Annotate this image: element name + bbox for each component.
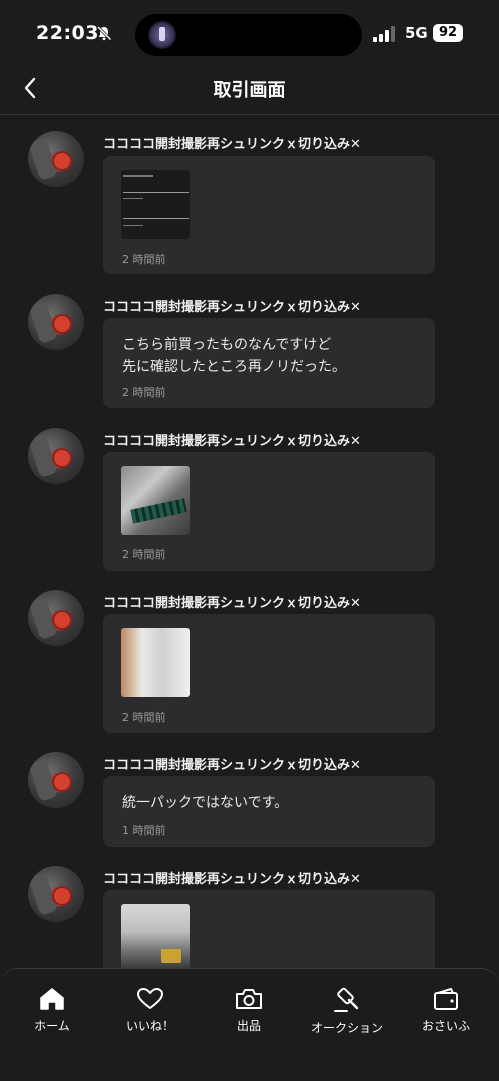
message-bubble: 統一パックではないです。 1 時間前: [103, 776, 435, 847]
message-item: ココココ開封撮影再シュリンクｘ切り込み✕ 2 時間前: [0, 428, 499, 578]
message-time: 2 時間前: [122, 253, 166, 266]
sender-name: ココココ開封撮影再シュリンクｘ切り込み✕: [103, 872, 361, 887]
image-thumbnail[interactable]: [121, 904, 190, 970]
message-bubble: 2 時間前: [103, 452, 435, 571]
tab-label: いいね！: [125, 1019, 174, 1033]
avatar[interactable]: [28, 866, 84, 922]
avatar[interactable]: [28, 131, 84, 187]
message-bubble: 2 時間前: [103, 156, 435, 274]
message-time: 2 時間前: [122, 711, 166, 724]
avatar[interactable]: [28, 752, 84, 808]
tab-label: ホーム: [34, 1019, 70, 1033]
message-list[interactable]: ココココ開封撮影再シュリンクｘ切り込み✕ 2 時間前 ココココ開封撮影再シュリン…: [0, 115, 499, 970]
dynamic-island: [135, 14, 362, 56]
message-time: 1 時間前: [122, 824, 166, 837]
header: 取引画面: [0, 64, 499, 115]
avatar[interactable]: [28, 294, 84, 350]
sender-name: ココココ開封撮影再シュリンクｘ切り込み✕: [103, 434, 361, 449]
message-time: 2 時間前: [122, 548, 166, 561]
message-bubble: こちら前買ったものなんですけど 先に確認したところ再ノリだった。 2 時間前: [103, 318, 435, 408]
wallet-icon: [434, 988, 458, 1010]
message-text: こちら前買ったものなんですけど 先に確認したところ再ノリだった。: [122, 337, 346, 375]
gavel-icon: [334, 987, 359, 1012]
message-bubble: 2 時間前: [103, 614, 435, 733]
camera-icon: [236, 989, 262, 1009]
page-title: 取引画面: [213, 80, 286, 101]
battery-indicator: 92: [433, 24, 463, 42]
tab-wallet[interactable]: おさいふ: [398, 987, 494, 1034]
message-item: ココココ開封撮影再シュリンクｘ切り込み✕ 2 時間前: [0, 131, 499, 281]
image-thumbnail[interactable]: [121, 628, 190, 697]
heart-icon: [137, 988, 163, 1009]
status-bar: 22:03 5G 92: [0, 0, 499, 64]
flashlight-icon: [148, 21, 176, 49]
signal-icon: [373, 26, 395, 42]
tab-likes[interactable]: いいね！: [102, 987, 198, 1034]
sender-name: ココココ開封撮影再シュリンクｘ切り込み✕: [103, 758, 361, 773]
home-icon: [40, 988, 64, 1010]
message-item: ココココ開封撮影再シュリンクｘ切り込み✕: [0, 866, 499, 970]
avatar[interactable]: [28, 428, 84, 484]
message-text: 統一パックではないです。: [122, 795, 289, 811]
status-time: 22:03: [36, 22, 99, 44]
tab-label: 出品: [236, 1019, 261, 1033]
tab-home[interactable]: ホーム: [4, 987, 100, 1034]
avatar[interactable]: [28, 590, 84, 646]
sender-name: ココココ開封撮影再シュリンクｘ切り込み✕: [103, 137, 361, 152]
tab-bar: ホーム いいね！ 出品 オークション おさいふ: [0, 968, 499, 1081]
network-label: 5G: [405, 24, 428, 42]
tab-label: オークション: [310, 1021, 383, 1035]
tab-sell[interactable]: 出品: [201, 987, 297, 1034]
image-thumbnail[interactable]: [121, 466, 190, 535]
tab-label: おさいふ: [421, 1019, 470, 1033]
message-item: ココココ開封撮影再シュリンクｘ切り込み✕ こちら前買ったものなんですけど 先に確…: [0, 294, 499, 414]
sender-name: ココココ開封撮影再シュリンクｘ切り込み✕: [103, 300, 361, 315]
bell-muted-icon: [96, 25, 112, 41]
message-bubble: [103, 890, 435, 970]
image-thumbnail[interactable]: [121, 170, 190, 239]
sender-name: ココココ開封撮影再シュリンクｘ切り込み✕: [103, 596, 361, 611]
tab-auction[interactable]: オークション: [299, 987, 395, 1036]
message-item: ココココ開封撮影再シュリンクｘ切り込み✕ 2 時間前: [0, 590, 499, 740]
message-item: ココココ開封撮影再シュリンクｘ切り込み✕ 統一パックではないです。 1 時間前: [0, 752, 499, 852]
message-time: 2 時間前: [122, 386, 166, 399]
